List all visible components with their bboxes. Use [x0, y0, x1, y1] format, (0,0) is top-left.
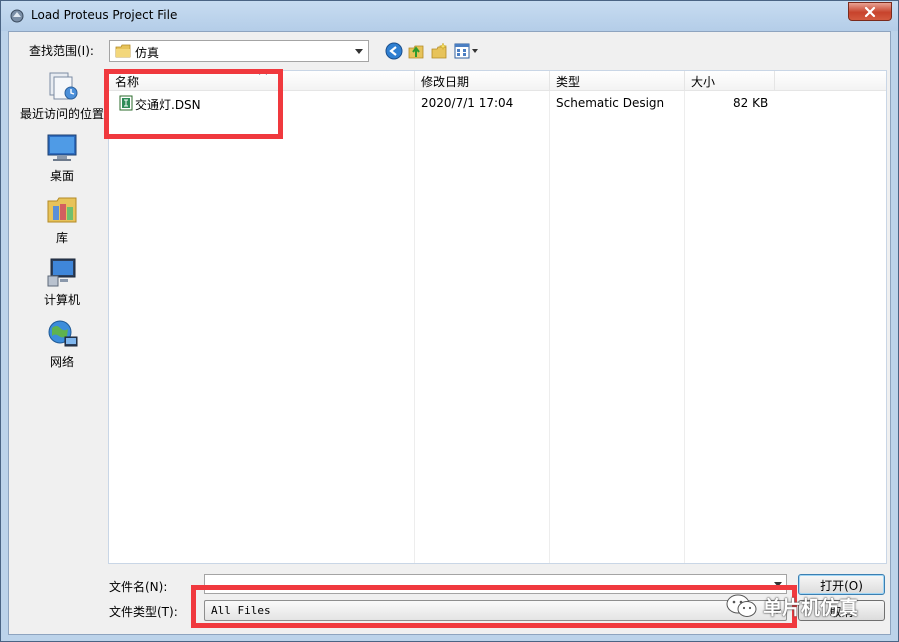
- filename-label: 文件名(N):: [109, 580, 168, 594]
- view-menu-icon: [454, 43, 478, 59]
- column-divider: [549, 91, 550, 563]
- wechat-logo-icon: [726, 594, 757, 617]
- file-type: Schematic Design: [556, 96, 665, 110]
- dialog-window: Load Proteus Project File 查找范围(I): 仿真 最近…: [0, 0, 899, 642]
- column-header-label: 大小: [691, 75, 716, 89]
- desktop-icon: [47, 134, 77, 161]
- column-header-size[interactable]: 大小: [685, 71, 775, 91]
- place-recent[interactable]: 最近访问的位置: [17, 70, 107, 128]
- up-folder-icon: [408, 45, 424, 59]
- place-label: 最近访问的位置: [19, 107, 104, 121]
- recent-places-icon: [49, 72, 78, 100]
- place-desktop[interactable]: 桌面: [17, 132, 107, 190]
- place-label: 计算机: [43, 293, 80, 307]
- watermark-text: 单片机仿真: [763, 597, 859, 619]
- new-folder-icon: [431, 42, 448, 59]
- lookin-label: 查找范围(I):: [29, 44, 94, 58]
- filetype-label: 文件类型(T):: [109, 605, 178, 619]
- folder-icon: [115, 44, 131, 58]
- place-network[interactable]: 网络: [17, 318, 107, 376]
- file-list[interactable]: 名称 修改日期 类型 大小 交通灯.DSN 2020/7/1 17:04 Sch…: [108, 70, 887, 564]
- places-bar: 最近访问的位置 桌面 库 计算机 网络: [17, 70, 107, 570]
- place-label: 库: [55, 231, 68, 245]
- proteus-app-icon: [10, 9, 24, 23]
- computer-icon: [47, 258, 76, 287]
- back-button[interactable]: [384, 41, 404, 61]
- column-header-label: 类型: [556, 75, 581, 89]
- place-libraries[interactable]: 库: [17, 194, 107, 252]
- file-modified: 2020/7/1 17:04: [421, 96, 514, 110]
- title-bar[interactable]: Load Proteus Project File: [1, 1, 898, 31]
- column-header-label: 修改日期: [421, 75, 470, 89]
- libraries-icon: [47, 197, 77, 223]
- column-header-empty: [775, 71, 886, 91]
- network-icon: [48, 320, 78, 347]
- highlight-box-filename: [104, 69, 283, 139]
- chevron-down-icon: [355, 49, 363, 54]
- back-icon: [385, 42, 403, 60]
- close-button[interactable]: [848, 2, 892, 21]
- highlight-box-filetype: [191, 585, 797, 628]
- column-divider: [684, 91, 685, 563]
- view-menu-button[interactable]: [453, 41, 481, 61]
- column-header-modified[interactable]: 修改日期: [415, 71, 550, 91]
- up-folder-button[interactable]: [406, 41, 426, 61]
- file-size: 82 KB: [733, 96, 769, 110]
- column-divider: [414, 91, 415, 563]
- place-label: 桌面: [49, 169, 74, 183]
- lookin-dropdown[interactable]: 仿真: [109, 40, 369, 62]
- place-label: 网络: [49, 355, 74, 369]
- window-title: Load Proteus Project File: [31, 8, 178, 22]
- place-computer[interactable]: 计算机: [17, 256, 107, 314]
- column-header-type[interactable]: 类型: [550, 71, 685, 91]
- lookin-value: 仿真: [135, 46, 160, 60]
- close-icon: [864, 6, 876, 17]
- watermark: 单片机仿真: [725, 591, 885, 623]
- new-folder-button[interactable]: [429, 41, 449, 61]
